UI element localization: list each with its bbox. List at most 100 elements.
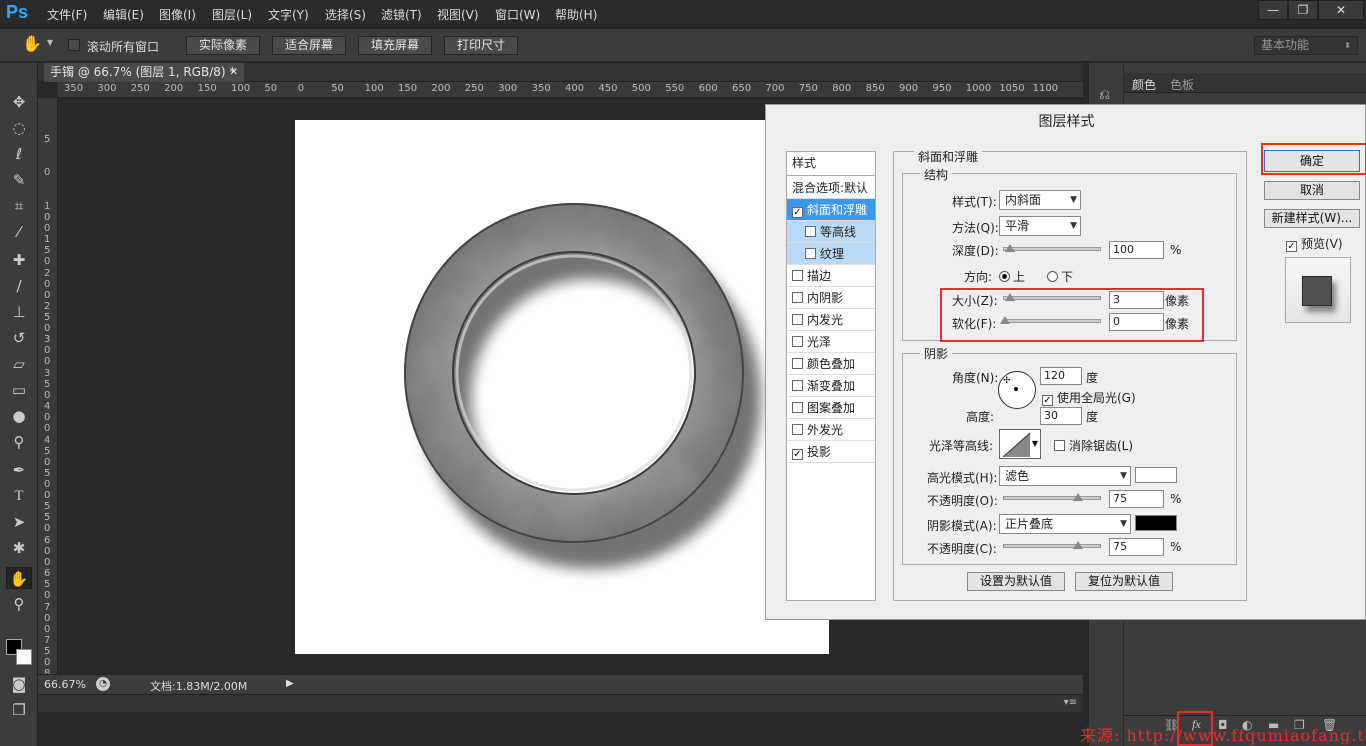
shadow-mode-select[interactable]: 正片叠底 ▼ <box>999 514 1131 534</box>
style-list-item[interactable]: 图案叠加 <box>787 397 875 419</box>
checkbox-icon[interactable] <box>792 402 803 413</box>
highlight-color-swatch[interactable] <box>1135 467 1177 483</box>
background-color-swatch[interactable] <box>16 649 32 665</box>
checkbox-icon[interactable] <box>792 336 803 347</box>
healing-brush-icon[interactable]: ✚ <box>6 249 32 271</box>
direction-down-radio[interactable]: 下 <box>1047 268 1073 285</box>
global-light-checkbox[interactable]: ✓ 使用全局光(G) <box>1042 389 1136 406</box>
blur-tool-icon[interactable]: ● <box>6 405 32 427</box>
gloss-contour-picker[interactable]: ▼ <box>999 429 1041 459</box>
close-tab-icon[interactable]: ✕ <box>230 63 238 82</box>
tab-swatches[interactable]: 色板 <box>1170 76 1194 93</box>
pen-tool-icon[interactable]: ✒ <box>6 459 32 481</box>
lasso-tool-icon[interactable]: ℓ <box>6 143 32 165</box>
style-list-item[interactable]: 内阴影 <box>787 287 875 309</box>
fill-screen-button[interactable]: 填充屏幕 <box>358 36 432 55</box>
menu-select[interactable]: 选择(S) <box>325 6 366 23</box>
depth-input[interactable]: 100 <box>1109 241 1164 259</box>
new-style-button[interactable]: 新建样式(W)... <box>1264 209 1360 228</box>
style-list-item[interactable]: 等高线 <box>787 221 875 243</box>
highlight-mode-select[interactable]: 滤色 ▼ <box>999 466 1131 486</box>
checkbox-icon[interactable] <box>792 270 803 281</box>
print-size-button[interactable]: 打印尺寸 <box>444 36 518 55</box>
menu-image[interactable]: 图像(I) <box>159 6 196 23</box>
make-default-button[interactable]: 设置为默认值 <box>967 572 1065 591</box>
menu-window[interactable]: 窗口(W) <box>495 6 540 23</box>
shadow-color-swatch[interactable] <box>1135 515 1177 531</box>
crop-tool-icon[interactable]: ⌗ <box>6 195 32 217</box>
style-list-item[interactable]: 纹理 <box>787 243 875 265</box>
style-list-item[interactable]: 外发光 <box>787 419 875 441</box>
highlight-opacity-thumb[interactable] <box>1073 493 1083 501</box>
doc-info-icon[interactable]: ◔ <box>96 677 110 691</box>
reset-default-button[interactable]: 复位为默认值 <box>1075 572 1173 591</box>
checkbox-icon[interactable] <box>792 358 803 369</box>
checkbox-icon[interactable] <box>792 314 803 325</box>
dodge-tool-icon[interactable]: ⚲ <box>6 431 32 453</box>
tab-color[interactable]: 颜色 <box>1132 76 1156 93</box>
preview-checkbox[interactable]: ✓ 预览(V) <box>1286 235 1343 252</box>
shape-tool-icon[interactable]: ✱ <box>6 537 32 559</box>
style-list-item[interactable]: 内发光 <box>787 309 875 331</box>
style-list-item[interactable]: 描边 <box>787 265 875 287</box>
angle-input[interactable]: 120 <box>1040 367 1082 385</box>
style-list-item[interactable]: 颜色叠加 <box>787 353 875 375</box>
minimize-button[interactable]: — <box>1258 0 1288 20</box>
shadow-opacity-slider[interactable] <box>1003 541 1101 549</box>
direction-up-radio[interactable]: 上 <box>999 268 1025 285</box>
scroll-all-checkbox[interactable] <box>68 39 80 51</box>
checkbox-icon[interactable] <box>792 292 803 303</box>
quick-select-tool-icon[interactable]: ✎ <box>6 169 32 191</box>
menu-layer[interactable]: 图层(L) <box>212 6 252 23</box>
chevron-down-icon[interactable]: ▼ <box>47 38 53 47</box>
menu-type[interactable]: 文字(Y) <box>268 6 309 23</box>
eraser-tool-icon[interactable]: ▱ <box>6 353 32 375</box>
quick-mask-icon[interactable]: ◙ <box>6 673 32 695</box>
path-select-icon[interactable]: ➤ <box>6 511 32 533</box>
menu-filter[interactable]: 滤镜(T) <box>381 6 422 23</box>
antialias-checkbox[interactable]: 消除锯齿(L) <box>1054 437 1133 454</box>
bevel-style-select[interactable]: 内斜面 ▼ <box>999 190 1081 210</box>
brush-tool-icon[interactable]: ∕ <box>6 275 32 297</box>
menu-file[interactable]: 文件(F) <box>47 6 87 23</box>
type-tool-icon[interactable]: T <box>6 485 32 507</box>
angle-dial[interactable]: ✢ <box>998 371 1036 409</box>
checkbox-icon[interactable] <box>805 226 816 237</box>
style-list-item[interactable]: ✓ 斜面和浮雕 <box>787 199 875 221</box>
restore-button[interactable]: ❐ <box>1288 0 1318 20</box>
zoom-tool-icon[interactable]: ⚲ <box>6 593 32 615</box>
zoom-level[interactable]: 66.67% <box>44 678 94 692</box>
close-button[interactable]: ✕ <box>1318 0 1364 20</box>
cancel-button[interactable]: 取消 <box>1264 181 1360 200</box>
clone-stamp-icon[interactable]: ⊥ <box>6 301 32 323</box>
history-brush-icon[interactable]: ↺ <box>6 327 32 349</box>
screen-mode-icon[interactable]: ❐ <box>6 699 32 721</box>
eyedropper-tool-icon[interactable]: ⁄ <box>6 221 32 243</box>
hand-tool-icon[interactable]: ✋ <box>6 567 32 589</box>
depth-slider-thumb[interactable] <box>1005 244 1015 252</box>
checkbox-icon[interactable] <box>792 380 803 391</box>
altitude-input[interactable]: 30 <box>1040 407 1082 425</box>
shadow-opacity-thumb[interactable] <box>1073 541 1083 549</box>
menu-help[interactable]: 帮助(H) <box>555 6 597 23</box>
fit-screen-button[interactable]: 适合屏幕 <box>272 36 346 55</box>
style-list-item[interactable]: 光泽 <box>787 331 875 353</box>
style-list-item[interactable]: 渐变叠加 <box>787 375 875 397</box>
checkbox-icon[interactable] <box>792 424 803 435</box>
move-tool-icon[interactable]: ✥ <box>6 91 32 113</box>
actual-pixels-button[interactable]: 实际像素 <box>186 36 260 55</box>
hand-tool-icon[interactable]: ✋ <box>22 34 42 53</box>
style-list-item[interactable]: ✓ 投影 <box>787 441 875 463</box>
checkmark-icon[interactable]: ✓ <box>792 449 803 460</box>
shadow-opacity-input[interactable]: 75 <box>1109 538 1164 556</box>
history-panel-icon[interactable]: ⎌ <box>1099 87 1110 103</box>
blend-options-item[interactable]: 混合选项:默认 <box>787 177 875 199</box>
gradient-tool-icon[interactable]: ▭ <box>6 379 32 401</box>
highlight-opacity-input[interactable]: 75 <box>1109 490 1164 508</box>
menu-edit[interactable]: 编辑(E) <box>103 6 144 23</box>
document-canvas[interactable] <box>295 120 829 654</box>
panel-menu-icon[interactable]: ▾≡ <box>1064 697 1077 708</box>
checkbox-icon[interactable] <box>805 248 816 259</box>
status-menu-arrow-icon[interactable]: ▶ <box>286 678 294 689</box>
menu-view[interactable]: 视图(V) <box>437 6 479 23</box>
